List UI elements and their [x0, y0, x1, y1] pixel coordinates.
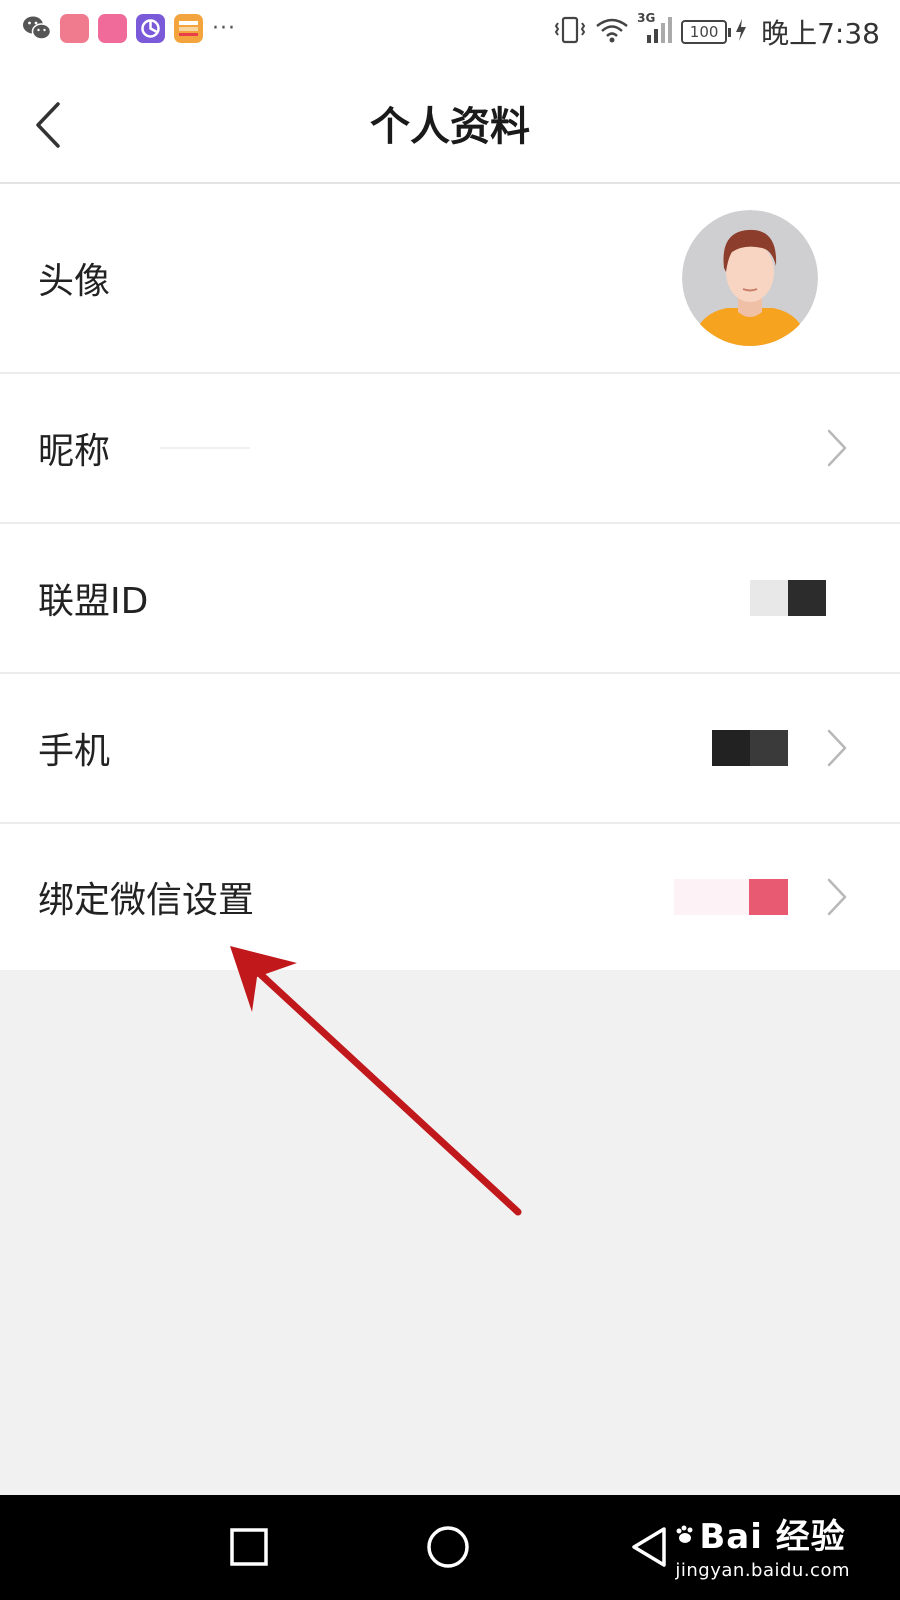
battery-icon: 100 [681, 20, 732, 44]
wechat-icon [22, 14, 52, 43]
signal-icon: 3G [637, 11, 673, 49]
bind-wechat-label: 绑定微信设置 [38, 880, 255, 921]
nickname-row[interactable]: 昵称 [0, 374, 900, 524]
chevron-right-icon [826, 728, 848, 768]
avatar-row[interactable]: 头像 [0, 184, 900, 374]
vibrate-icon [553, 15, 587, 49]
alliance-id-label: 联盟ID [38, 581, 149, 622]
page-title: 个人资料 [370, 104, 530, 150]
notification-icons: ··· [22, 14, 236, 43]
clock: 晚上7:38 [761, 17, 880, 50]
status-bar: ··· 3G 100 晚上7:38 [0, 0, 900, 64]
phone-label: 手机 [38, 731, 111, 772]
alliance-id-value-redacted [750, 580, 826, 616]
home-circle-icon[interactable] [426, 1525, 472, 1571]
alliance-id-row: 联盟ID [0, 524, 900, 674]
app-icon-4 [174, 14, 203, 43]
navigation-bar: 个人资料 [0, 64, 900, 184]
baidu-jingyan-watermark: Bai 经验 jingyan.baidu.com [675, 1509, 850, 1581]
paw-logo-icon [675, 1514, 695, 1554]
chevron-right-icon [826, 877, 848, 917]
watermark-url: jingyan.baidu.com [675, 1560, 850, 1581]
nickname-label: 昵称 [38, 431, 111, 472]
app-icon-2 [98, 14, 127, 43]
chevron-right-icon [826, 428, 848, 468]
phone-value-redacted [712, 730, 788, 766]
app-icon-3 [136, 14, 165, 43]
more-notifications-icon: ··· [212, 16, 236, 41]
avatar-label: 头像 [38, 261, 111, 302]
system-status: 3G 100 晚上7:38 [553, 11, 880, 52]
bind-wechat-row[interactable]: 绑定微信设置 [0, 824, 900, 970]
phone-row[interactable]: 手机 [0, 674, 900, 824]
wechat-value-redacted [674, 879, 788, 915]
nickname-value-redacted [160, 447, 250, 449]
back-triangle-icon[interactable] [628, 1525, 674, 1571]
avatar[interactable] [682, 210, 818, 346]
wifi-icon [595, 16, 629, 48]
app-icon-1 [60, 14, 89, 43]
profile-settings-list: 头像 昵称 联盟ID 手机 绑定微信设置 [0, 184, 900, 970]
watermark-brand: Bai 经验 [675, 1509, 850, 1558]
system-navigation-bar: Bai 经验 jingyan.baidu.com [0, 1495, 900, 1600]
charging-icon [735, 18, 747, 46]
empty-background [0, 970, 900, 1495]
recents-square-icon[interactable] [227, 1525, 273, 1571]
